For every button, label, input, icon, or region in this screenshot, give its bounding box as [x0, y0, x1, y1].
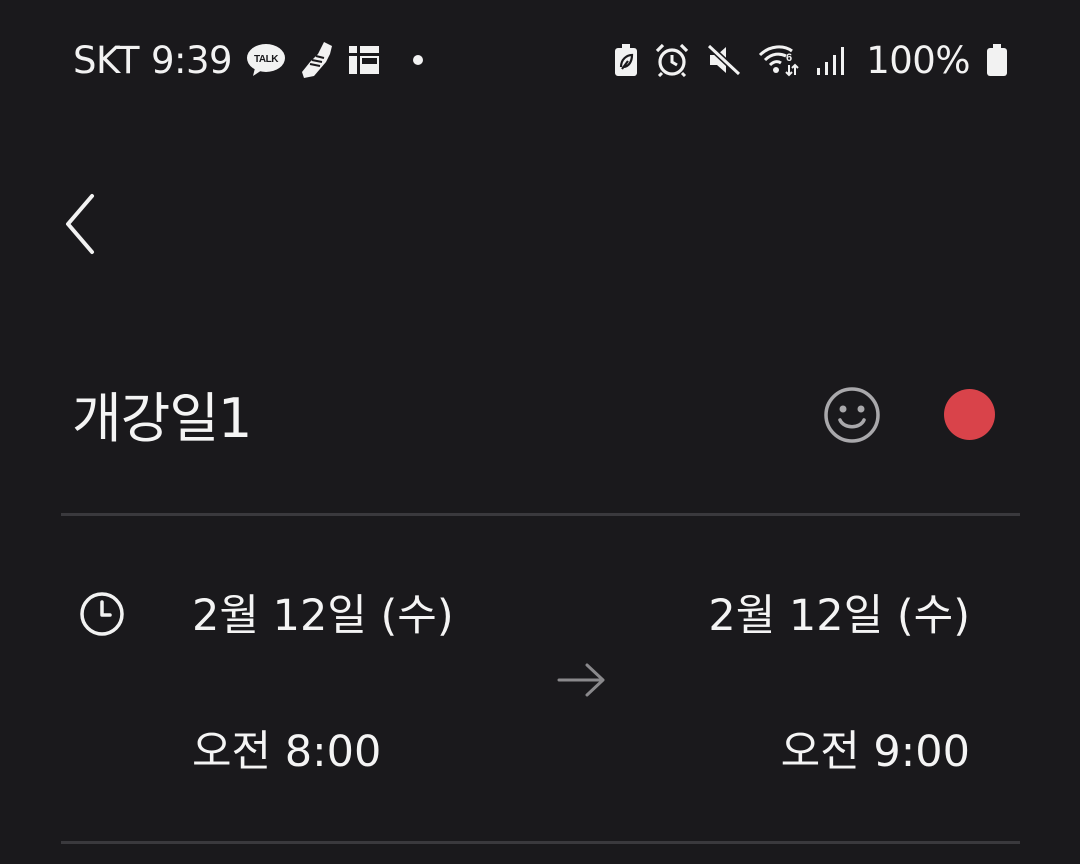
status-bar-left: SKT 9:39 TALK [73, 36, 424, 84]
sticker-button[interactable] [820, 384, 884, 448]
battery-icon [986, 43, 1008, 77]
start-time[interactable]: 오전 8:00 [192, 724, 381, 780]
carrier-label: SKT [73, 38, 139, 82]
event-color-button[interactable] [944, 389, 995, 440]
back-button[interactable] [50, 188, 114, 264]
shoe-icon [300, 40, 334, 80]
dot-icon [412, 54, 424, 66]
battery-saver-icon [614, 43, 638, 77]
divider [61, 841, 1020, 844]
mute-icon [706, 43, 742, 77]
svg-text:6: 6 [786, 52, 792, 64]
screen: SKT 9:39 TALK 6 100% 개강일1 2월 12일 (수) 오전 … [0, 0, 1080, 864]
arrow-right-icon [556, 660, 608, 700]
kakaotalk-badge-text: TALK [254, 54, 279, 65]
status-bar: SKT 9:39 TALK 6 100% [0, 0, 1080, 118]
divider [61, 513, 1020, 516]
end-time[interactable]: 오전 9:00 [781, 724, 970, 780]
end-date[interactable]: 2월 12일 (수) [708, 588, 970, 644]
kakaotalk-icon: TALK [246, 42, 286, 78]
status-bar-right: 6 100% [614, 36, 1008, 84]
wifi-icon: 6 [758, 43, 800, 77]
start-date[interactable]: 2월 12일 (수) [192, 588, 454, 644]
signal-icon [816, 44, 846, 76]
smiley-icon [820, 387, 884, 452]
alarm-icon [654, 43, 690, 77]
battery-percent: 100% [866, 38, 970, 82]
clock-time: 9:39 [150, 38, 233, 82]
grid-app-icon [348, 44, 380, 76]
clock-icon [78, 590, 126, 638]
event-title[interactable]: 개강일1 [72, 378, 252, 460]
chevron-left-icon [62, 192, 102, 260]
